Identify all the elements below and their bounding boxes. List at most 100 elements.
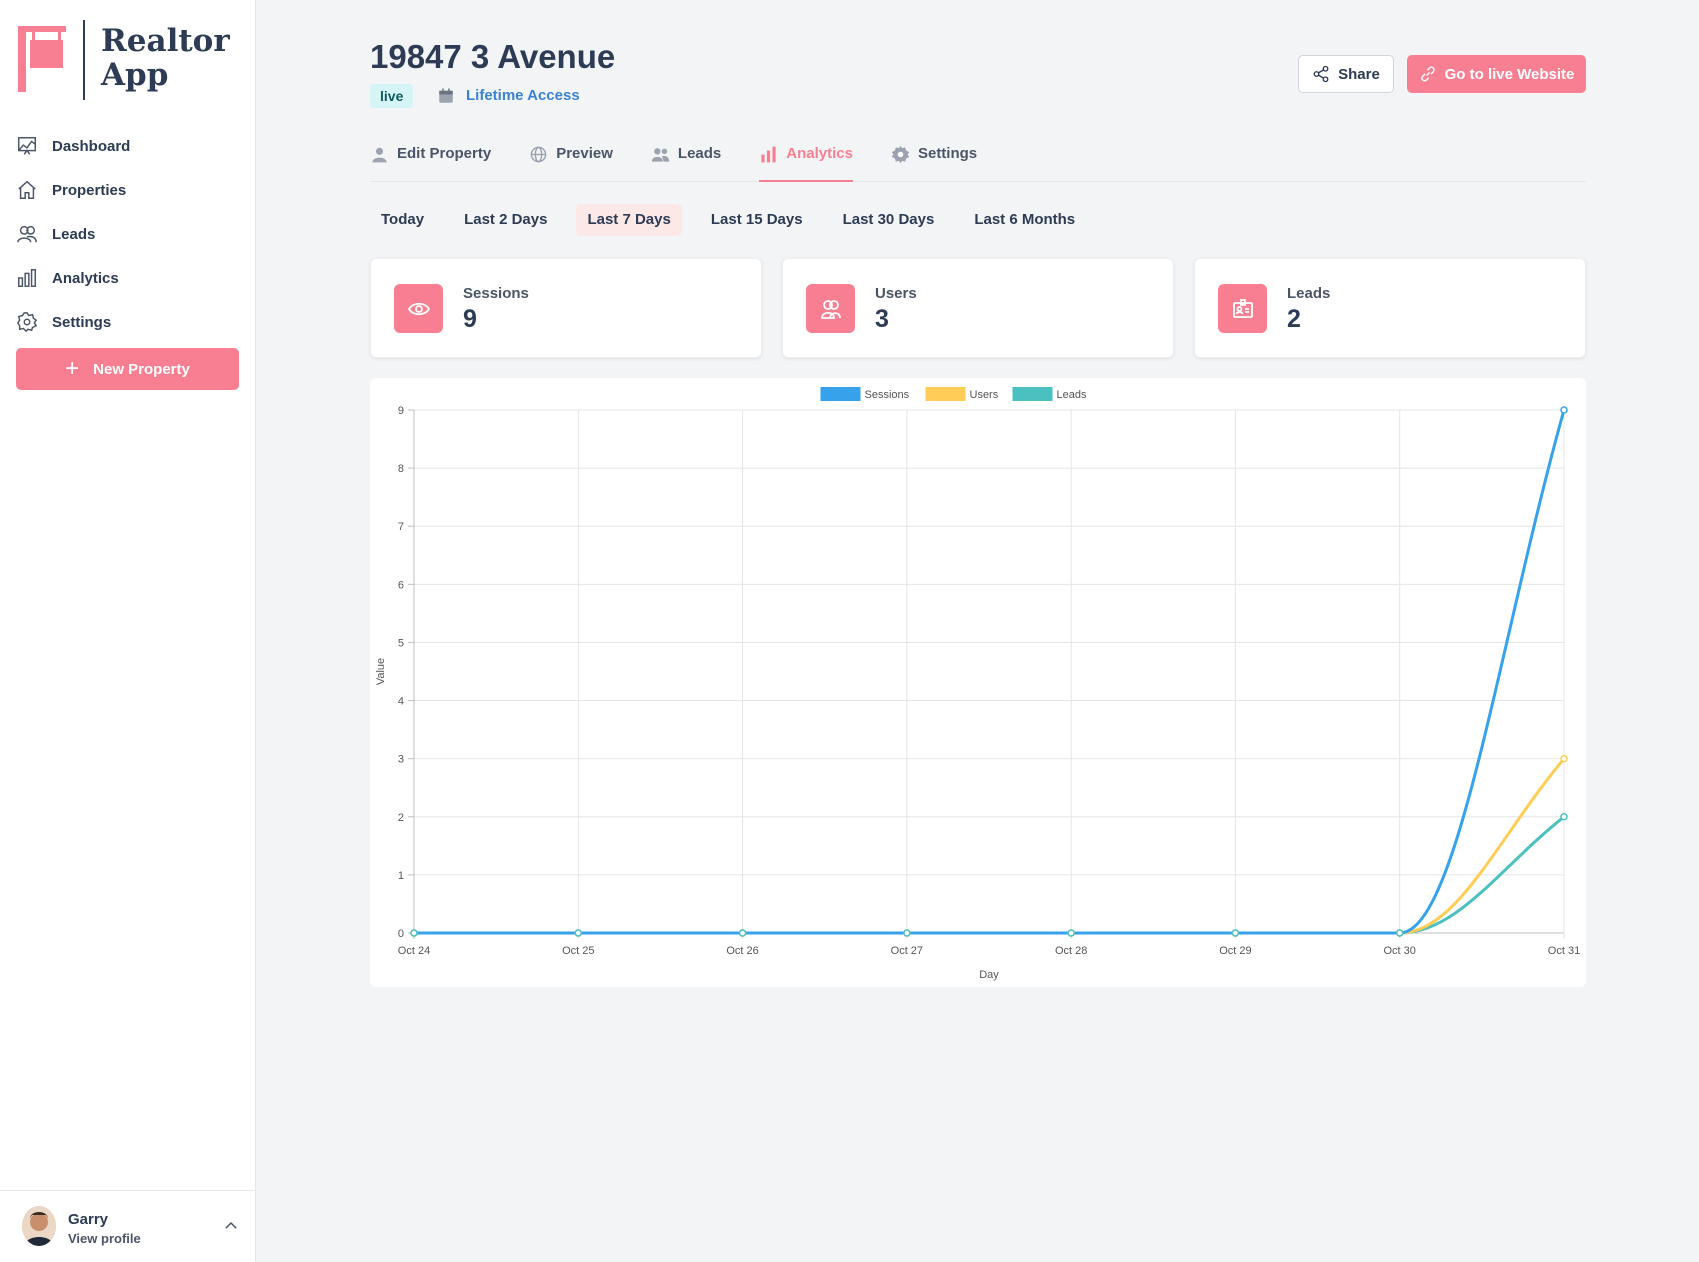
data-point-users — [1560, 754, 1568, 763]
stat-label: Users — [875, 285, 917, 302]
y-tick-label: 0 — [398, 928, 404, 940]
sidebar-item-dashboard[interactable]: Dashboard — [16, 124, 240, 168]
share-icon — [1313, 65, 1329, 83]
x-tick-label: Oct 27 — [891, 945, 923, 957]
tab-settings[interactable]: Settings — [891, 140, 977, 182]
sidebar-item-settings[interactable]: Settings — [16, 300, 240, 344]
series-line-sessions — [414, 409, 1566, 935]
sidebar-item-label: Dashboard — [52, 137, 131, 155]
status-badge: live — [370, 84, 414, 108]
x-tick-label: Oct 24 — [398, 945, 430, 957]
avatar — [22, 1206, 56, 1246]
legend-swatch — [820, 387, 861, 401]
new-property-label: New Property — [93, 360, 190, 378]
data-point-leads — [1560, 813, 1568, 821]
logo-line-1: Realtor — [101, 23, 230, 59]
go-to-live-website-button[interactable]: Go to live Website — [1407, 55, 1586, 93]
x-tick-label: Oct 29 — [1219, 945, 1251, 957]
x-tick-label: Oct 26 — [726, 945, 758, 957]
legend-label: Users — [970, 389, 999, 401]
view-profile-link[interactable]: View profile — [68, 1231, 141, 1246]
share-label: Share — [1338, 65, 1380, 83]
tab-analytics[interactable]: Analytics — [759, 140, 853, 182]
sidebar-item-label: Settings — [52, 313, 112, 331]
home-icon — [18, 180, 36, 199]
y-tick-label: 2 — [398, 812, 404, 824]
logo-divider — [83, 20, 85, 100]
data-point-leads — [1067, 929, 1075, 937]
y-tick-label: 9 — [398, 405, 404, 417]
tab-preview[interactable]: Preview — [529, 140, 613, 182]
sidebar-item-properties[interactable]: Properties — [16, 168, 240, 212]
tab-label: Analytics — [786, 145, 853, 162]
tab-label: Preview — [556, 145, 613, 162]
id-card-icon — [1232, 298, 1253, 318]
legend-label: Sessions — [865, 389, 910, 401]
range-today[interactable]: Today — [370, 204, 435, 236]
tab-label: Settings — [917, 145, 978, 162]
users-icon — [820, 299, 841, 319]
range-last-7-days[interactable]: Last 7 Days — [576, 204, 682, 236]
tab-edit-property[interactable]: Edit Property — [370, 140, 491, 182]
stat-card-leads: Leads 2 — [1194, 258, 1586, 358]
users-icon — [17, 225, 37, 243]
tab-leads[interactable]: Leads — [651, 140, 721, 182]
data-point-leads — [1231, 929, 1240, 937]
sidebar-item-analytics[interactable]: Analytics — [16, 256, 240, 300]
analytics-chart: 0 1 2 3 4 5 6 7 8 9 Oct 24 Oct 25 Oct 26 Oct 27 Oct 28… — [370, 378, 1586, 987]
range-last-2-days[interactable]: Last 2 Days — [453, 204, 558, 236]
legend-swatch — [1012, 387, 1053, 401]
live-website-label: Go to live Website — [1444, 65, 1575, 83]
stat-value: 2 — [1287, 305, 1301, 333]
app-logo[interactable]: Realtor App — [16, 20, 230, 100]
profile-name: Garry — [68, 1211, 109, 1228]
sidebar-item-leads[interactable]: Leads — [16, 212, 240, 256]
tab-label: Leads — [677, 145, 722, 162]
calendar-icon — [439, 88, 453, 103]
globe-icon — [530, 146, 547, 163]
data-point-leads — [410, 929, 418, 937]
gear-icon — [891, 145, 910, 164]
x-tick-label: Oct 28 — [1055, 945, 1087, 957]
sidebar-nav: Dashboard Properties Leads Analytics Set… — [16, 124, 240, 344]
range-last-30-days[interactable]: Last 30 Days — [832, 204, 946, 236]
stat-card-sessions: Sessions 9 — [370, 258, 762, 358]
y-tick-label: 7 — [398, 521, 404, 533]
stat-icon — [1218, 284, 1267, 333]
link-icon — [1420, 66, 1435, 82]
logo-text: Realtor App — [101, 24, 230, 92]
range-last-15-days[interactable]: Last 15 Days — [700, 204, 814, 236]
series-line-users — [414, 757, 1566, 935]
stat-label: Leads — [1287, 285, 1331, 302]
data-point-leads — [903, 929, 911, 937]
stat-icon — [394, 284, 443, 333]
x-tick-label: Oct 25 — [562, 945, 594, 957]
data-point-leads — [738, 929, 747, 937]
new-property-button[interactable]: + New Property — [16, 348, 239, 390]
bar-chart-icon — [18, 269, 36, 287]
stat-value: 3 — [875, 305, 889, 333]
x-axis-title: Day — [979, 969, 999, 981]
y-tick-label: 6 — [398, 579, 404, 591]
range-last-6-months[interactable]: Last 6 Months — [963, 204, 1086, 236]
share-button[interactable]: Share — [1298, 55, 1394, 93]
sidebar-item-label: Properties — [52, 181, 127, 199]
gear-icon — [16, 312, 38, 333]
lifetime-access-link[interactable]: Lifetime Access — [466, 87, 580, 104]
x-tick-label: Oct 31 — [1548, 945, 1580, 957]
stat-label: Sessions — [463, 285, 529, 302]
data-point-leads — [574, 929, 583, 937]
y-axis-title: Value — [375, 658, 387, 685]
data-point-leads — [1395, 929, 1404, 937]
property-tabs: Edit Property Preview Leads Analytics Se… — [370, 140, 1586, 182]
sidebar-item-label: Leads — [52, 225, 96, 243]
user-icon — [372, 147, 387, 163]
stat-card-users: Users 3 — [782, 258, 1174, 358]
sidebar-item-label: Analytics — [52, 269, 119, 287]
users-icon — [651, 148, 670, 162]
chevron-up-icon[interactable] — [222, 1217, 240, 1235]
chart-line-icon — [18, 137, 36, 155]
y-tick-label: 4 — [398, 696, 404, 708]
sidebar: Realtor App Dashboard Properties Leads A… — [0, 0, 256, 1262]
user-profile[interactable]: Garry View profile — [0, 1190, 256, 1262]
